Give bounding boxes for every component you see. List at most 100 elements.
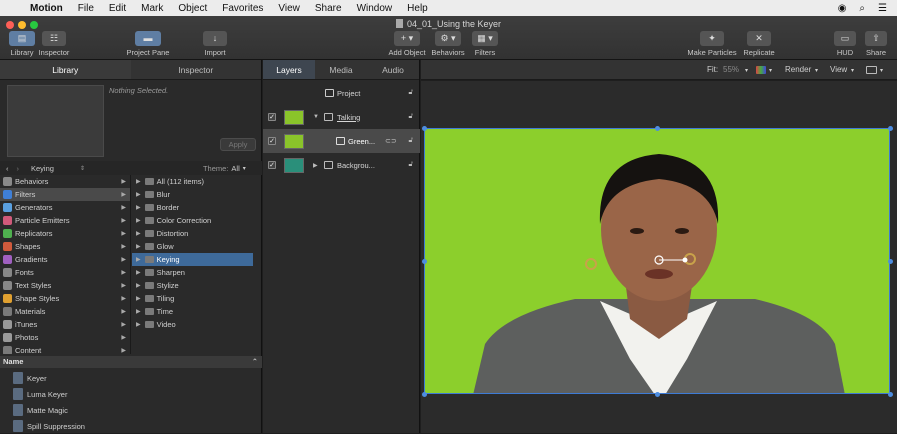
path-popup[interactable]: Keying xyxy=(31,164,54,173)
menu-edit[interactable]: Edit xyxy=(109,3,126,14)
layer-visibility-checkbox[interactable]: ✓ xyxy=(268,137,276,145)
category-item[interactable]: Shape Styles ▶ xyxy=(0,292,130,305)
disclosure-closed-icon[interactable]: ▶ xyxy=(313,162,318,169)
replicate-button[interactable]: ✕ Replicate xyxy=(741,31,777,57)
folder-icon xyxy=(144,295,154,302)
layer-lock-icon[interactable]: 🔓︎ xyxy=(408,161,413,169)
share-button[interactable]: ⇧ Share xyxy=(864,31,888,57)
subcategory-item[interactable]: ▶ Time xyxy=(132,305,253,318)
category-item[interactable]: Behaviors ▶ xyxy=(0,175,130,188)
category-item[interactable]: Shapes ▶ xyxy=(0,240,130,253)
layer-name[interactable]: Talking xyxy=(337,113,360,122)
layer-name[interactable]: Backgrou... xyxy=(337,161,375,170)
library-item[interactable]: Matte Magic xyxy=(0,402,262,418)
subcategory-item[interactable]: ▶ Border xyxy=(132,201,253,214)
layer-lock-icon[interactable]: 🔓︎ xyxy=(408,137,413,145)
library-item[interactable]: Spill Suppression xyxy=(0,418,262,434)
subcategory-item[interactable]: ▶ Stylize xyxy=(132,279,253,292)
canvas-viewer[interactable] xyxy=(421,81,897,433)
bounding-handle-bottom-right[interactable] xyxy=(888,392,893,397)
menu-app-name[interactable]: Motion xyxy=(30,3,63,14)
menu-mark[interactable]: Mark xyxy=(141,3,163,14)
name-column-header[interactable]: Name ⌃ xyxy=(0,356,262,368)
bounding-handle-top-right[interactable] xyxy=(888,126,893,131)
category-item[interactable]: Content ▶ xyxy=(0,344,130,354)
subcategory-item[interactable]: ▶ Blur xyxy=(132,188,253,201)
bounding-handle-bottom-center[interactable] xyxy=(655,392,660,397)
green-screen-footage[interactable] xyxy=(424,128,890,394)
tab-layers[interactable]: Layers xyxy=(263,60,315,79)
layer-visibility-checkbox[interactable]: ✓ xyxy=(268,161,276,169)
layer-row-background[interactable]: ✓ ▶ Backgrou... 🔓︎ xyxy=(263,153,420,177)
menu-help[interactable]: Help xyxy=(407,3,428,14)
menu-window[interactable]: Window xyxy=(357,3,393,14)
bounding-handle-middle-right[interactable] xyxy=(888,259,893,264)
bounding-handle-bottom-left[interactable] xyxy=(422,392,427,397)
layer-row-group[interactable]: ✓ ▼ Talking 🔓︎ xyxy=(263,105,420,129)
menu-object[interactable]: Object xyxy=(178,3,207,14)
menu-favorites[interactable]: Favorites xyxy=(222,3,263,14)
subcategory-item[interactable]: ▶ Sharpen xyxy=(132,266,253,279)
color-channels-icon[interactable] xyxy=(756,66,766,74)
subcategory-item[interactable]: ▶ All (112 items) xyxy=(132,175,253,188)
subcategory-item[interactable]: ▶ Distortion xyxy=(132,227,253,240)
bounding-handle-middle-left[interactable] xyxy=(422,259,427,264)
inspector-button[interactable]: ☷ Inspector xyxy=(36,31,72,57)
menu-file[interactable]: File xyxy=(78,3,94,14)
filters-button[interactable]: ▦ ▾ Filters xyxy=(470,31,500,57)
tab-audio[interactable]: Audio xyxy=(367,60,419,79)
link-icon[interactable]: ⊂⊃ xyxy=(385,137,397,145)
layer-lock-icon[interactable]: 🔓︎ xyxy=(408,113,413,121)
library-button[interactable]: ▤ Library xyxy=(9,31,35,57)
layer-name[interactable]: Green... xyxy=(348,137,375,146)
theme-popup[interactable]: All xyxy=(231,164,239,173)
subcategory-item[interactable]: ▶ Keying xyxy=(132,253,253,266)
make-particles-button[interactable]: ✦ Make Particles xyxy=(685,31,739,57)
fit-zoom-popup[interactable]: 55% xyxy=(723,65,739,74)
add-object-button[interactable]: + ▾ Add Object xyxy=(386,31,428,57)
category-item[interactable]: Text Styles ▶ xyxy=(0,279,130,292)
behaviors-button[interactable]: ⚙ ▾ Behaviors xyxy=(430,31,466,57)
disclosure-open-icon[interactable]: ▼ xyxy=(313,114,319,120)
category-item[interactable]: Particle Emitters ▶ xyxy=(0,214,130,227)
subcategory-item[interactable]: ▶ Video xyxy=(132,318,253,331)
tab-inspector[interactable]: Inspector xyxy=(131,60,262,79)
category-item[interactable]: Materials ▶ xyxy=(0,305,130,318)
menu-view[interactable]: View xyxy=(278,3,300,14)
apply-button[interactable]: Apply xyxy=(220,138,256,151)
category-item[interactable]: Photos ▶ xyxy=(0,331,130,344)
tab-media[interactable]: Media xyxy=(315,60,367,79)
layout-icon[interactable] xyxy=(866,66,877,74)
bounding-handle-top-left[interactable] xyxy=(422,126,427,131)
category-item[interactable]: Replicators ▶ xyxy=(0,227,130,240)
library-item[interactable]: Luma Keyer xyxy=(0,386,262,402)
render-menu[interactable]: Render xyxy=(785,65,811,74)
category-item[interactable]: Generators ▶ xyxy=(0,201,130,214)
back-arrow-icon[interactable]: ‹ xyxy=(6,164,9,173)
layer-visibility-checkbox[interactable]: ✓ xyxy=(268,113,276,121)
bounding-handle-top-center[interactable] xyxy=(655,126,660,131)
notification-center-icon[interactable]: ☰ xyxy=(878,3,887,14)
subcategory-item[interactable]: ▶ Glow xyxy=(132,240,253,253)
category-item[interactable]: Gradients ▶ xyxy=(0,253,130,266)
folder-icon xyxy=(144,308,154,315)
layer-row-green[interactable]: ✓ Green... ⊂⊃ 🔓︎ xyxy=(263,129,420,153)
creative-cloud-icon[interactable]: ◉ xyxy=(838,3,847,14)
chevron-right-icon: ▶ xyxy=(136,179,141,185)
project-pane-button[interactable]: ▬ Project Pane xyxy=(125,31,171,57)
category-item[interactable]: Fonts ▶ xyxy=(0,266,130,279)
subcategory-item[interactable]: ▶ Color Correction xyxy=(132,214,253,227)
spotlight-search-icon[interactable]: ⌕ xyxy=(859,3,865,14)
menu-share[interactable]: Share xyxy=(315,3,342,14)
category-item[interactable]: Filters ▶ xyxy=(0,188,130,201)
category-item[interactable]: iTunes ▶ xyxy=(0,318,130,331)
project-lock-icon[interactable]: 🔓︎ xyxy=(408,89,413,97)
import-button[interactable]: ↓ Import xyxy=(200,31,230,57)
tab-library[interactable]: Library xyxy=(0,60,131,79)
layer-row-project[interactable]: Project 🔓︎ xyxy=(263,81,420,105)
view-menu[interactable]: View xyxy=(830,65,847,74)
hud-button[interactable]: ▭ HUD xyxy=(833,31,857,57)
forward-arrow-icon[interactable]: › xyxy=(17,164,20,173)
library-item[interactable]: Keyer xyxy=(0,370,262,386)
subcategory-item[interactable]: ▶ Tiling xyxy=(132,292,253,305)
